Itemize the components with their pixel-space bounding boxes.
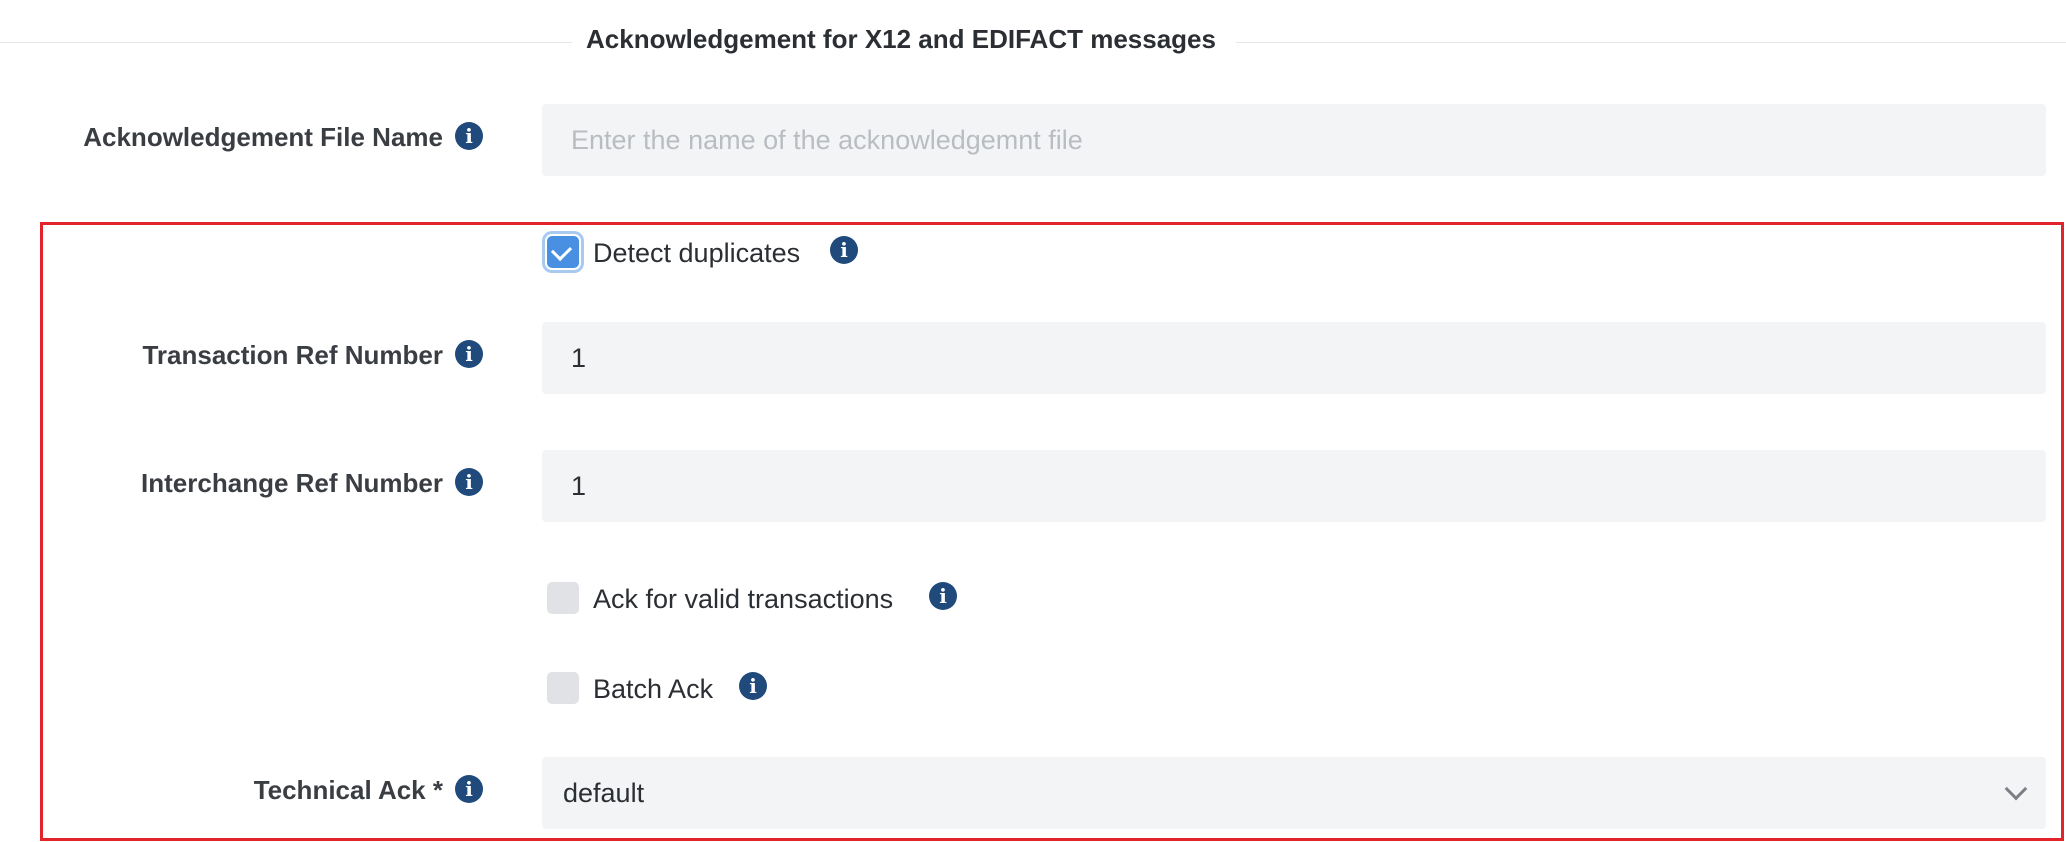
info-icon[interactable]: i: [455, 775, 483, 803]
checkmark-icon: [550, 239, 573, 262]
info-icon[interactable]: i: [455, 468, 483, 496]
technical-ack-label: Technical Ack *: [253, 775, 443, 805]
transaction-ref-field[interactable]: 1: [542, 322, 2046, 394]
detect-duplicates-checkbox[interactable]: [547, 236, 579, 268]
ack-file-name-field[interactable]: Enter the name of the acknowledgemnt fil…: [542, 104, 2046, 176]
info-icon[interactable]: i: [739, 672, 767, 700]
ack-valid-transactions-label[interactable]: Ack for valid transactions: [593, 584, 893, 615]
transaction-ref-label: Transaction Ref Number: [142, 340, 443, 370]
ack-file-name-label: Acknowledgement File Name: [83, 122, 443, 152]
batch-ack-checkbox[interactable]: [547, 672, 579, 704]
section-divider-right: [1236, 42, 2066, 43]
section-divider-left: [0, 42, 572, 43]
info-icon[interactable]: i: [455, 122, 483, 150]
info-icon[interactable]: i: [830, 236, 858, 264]
technical-ack-value: default: [563, 778, 645, 808]
section-title: Acknowledgement for X12 and EDIFACT mess…: [586, 24, 1216, 54]
ack-file-name-placeholder: Enter the name of the acknowledgemnt fil…: [571, 125, 1083, 155]
interchange-ref-value: 1: [571, 471, 587, 501]
info-icon[interactable]: i: [929, 582, 957, 610]
highlight-box: [40, 222, 2064, 841]
interchange-ref-field[interactable]: 1: [542, 450, 2046, 522]
chevron-down-icon: [2004, 777, 2028, 801]
detect-duplicates-label[interactable]: Detect duplicates: [593, 238, 800, 269]
technical-ack-select[interactable]: default: [542, 757, 2046, 829]
batch-ack-label[interactable]: Batch Ack: [593, 674, 713, 705]
ack-valid-transactions-checkbox[interactable]: [547, 582, 579, 614]
interchange-ref-label: Interchange Ref Number: [141, 468, 443, 498]
transaction-ref-value: 1: [571, 343, 587, 373]
info-icon[interactable]: i: [455, 340, 483, 368]
